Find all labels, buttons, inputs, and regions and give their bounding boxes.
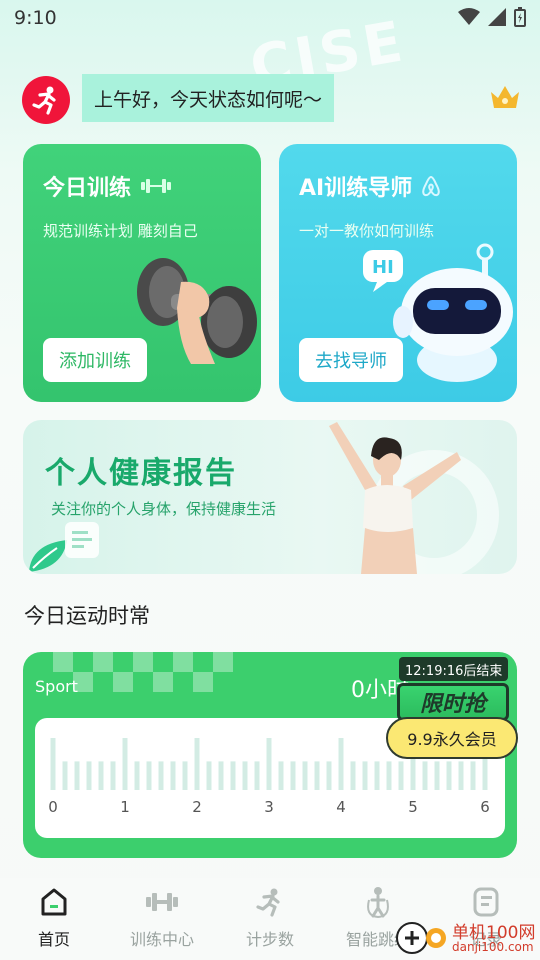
hi-bubble-text: HI [372,257,394,278]
x-tick-label: 1 [120,798,130,816]
minor-tick-bar [350,761,356,790]
minor-tick-bar [470,761,476,790]
fitness-woman-illustration [329,422,461,574]
section-title: 今日运动时常 [24,604,150,628]
major-tick-bar [338,738,344,790]
minor-tick-bar [62,761,68,790]
greeting-bubble: 上午好，今天状态如何呢～ [82,74,335,122]
ai-coach-subtitle: 一对一教你如何训练 [299,222,435,240]
health-report-title: 个人健康报告 [45,456,237,491]
avatar[interactable] [22,76,70,124]
vip-crown-icon[interactable] [488,82,522,112]
minor-tick-bar [398,761,404,790]
promo-countdown: 12:19:16后结束 [399,657,509,681]
minor-tick-bar [422,761,428,790]
add-training-button[interactable]: 添加训练 [43,338,147,382]
dumbbell-icon [141,179,172,193]
nav-step-counter[interactable]: 计步数 [220,884,320,950]
health-report-banner[interactable]: 个人健康报告 关注你的个人身体，保持健康生活 [23,420,517,574]
x-tick-label: 0 [48,798,58,816]
minor-tick-bar [182,761,188,790]
battery-icon [514,7,526,27]
minor-tick-bar [218,761,224,790]
nav-label: 首页 [37,930,70,949]
minor-tick-bar [446,761,452,790]
site-watermark: 单机100网 danji100.com [392,912,540,960]
minor-tick-bar [146,761,152,790]
status-time: 9:10 [14,7,57,29]
jump-rope-icon [367,887,389,918]
promo-title: 限时抢 [397,683,509,721]
signal-icon [488,8,506,26]
home-icon [41,888,67,916]
minor-tick-bar [302,761,308,790]
today-training-title: 今日训练 [43,176,132,201]
ai-coach-title: AI训练导师 [299,176,413,201]
minor-tick-bar [386,761,392,790]
running-icon [256,888,280,917]
major-tick-bar [194,738,200,790]
minor-tick-bar [434,761,440,790]
minor-tick-bar [110,761,116,790]
minor-tick-bar [206,761,212,790]
minor-tick-bar [314,761,320,790]
greeting-row: 上午好，今天状态如何呢～ [22,74,522,124]
nav-training-center[interactable]: 训练中心 [112,884,212,950]
ai-coach-title-row: AI训练导师 [299,170,442,202]
lifetime-vip-button[interactable]: 9.9永久会员 [386,717,518,759]
nav-label: 训练中心 [129,930,194,949]
minor-tick-bar [326,761,332,790]
document-icon [65,522,99,558]
today-training-subtitle: 规范训练计划 雕刻自己 [43,222,198,240]
major-tick-bar [50,738,56,790]
x-tick-label: 6 [480,798,490,816]
minor-tick-bar [230,761,236,790]
minor-tick-bar [278,761,284,790]
minor-tick-bar [362,761,368,790]
minor-tick-bar [158,761,164,790]
status-icons [458,7,526,27]
today-training-card[interactable]: 今日训练 规范训练计划 雕刻自己 添加训练 [23,144,261,402]
minor-tick-bar [98,761,104,790]
runner-logo-icon [32,86,56,115]
sport-label: Sport [35,677,78,696]
dumbbell-icon [146,893,178,911]
health-report-subtitle: 关注你的个人身体，保持健康生活 [51,500,277,518]
minor-tick-bar [134,761,140,790]
minor-tick-bar [374,761,380,790]
watermark-url: danji100.com [452,940,534,954]
nav-label: 计步数 [245,930,294,949]
minor-tick-bar [170,761,176,790]
checker-pattern [53,652,233,692]
major-tick-bar [266,738,272,790]
minor-tick-bar [242,761,248,790]
airbnb-like-icon [422,175,440,197]
watermark-logo-icon [396,922,446,954]
minor-tick-bar [290,761,296,790]
x-tick-label: 5 [408,798,418,816]
x-tick-label: 2 [192,798,202,816]
minor-tick-bar [458,761,464,790]
today-training-title-row: 今日训练 [43,170,173,202]
x-tick-label: 4 [336,798,346,816]
wifi-icon [458,8,480,25]
x-axis-ticks: 0 1 2 3 4 5 6 [35,798,505,818]
x-tick-label: 3 [264,798,274,816]
major-tick-bar [122,738,128,790]
minor-tick-bar [254,761,260,790]
find-coach-button[interactable]: 去找导师 [299,338,403,382]
minor-tick-bar [86,761,92,790]
nav-home[interactable]: 首页 [4,884,104,950]
minor-tick-bar [74,761,80,790]
ai-coach-card[interactable]: AI训练导师 一对一教你如何训练 HI 去找导师 [279,144,517,402]
